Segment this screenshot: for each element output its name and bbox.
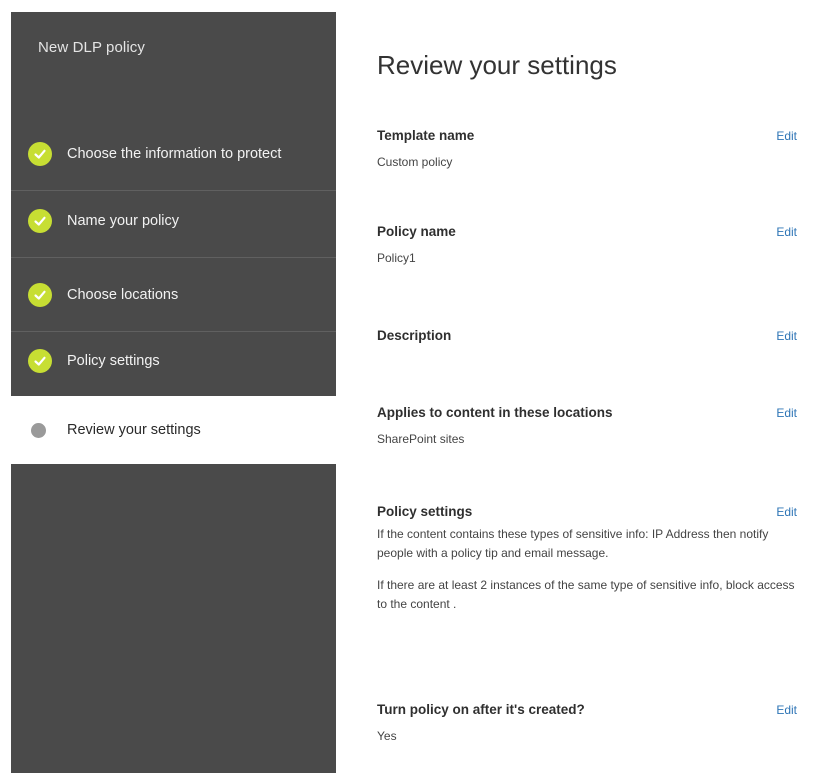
section-value: If the content contains these types of s… bbox=[377, 527, 769, 560]
page-title: Review your settings bbox=[377, 50, 617, 80]
edit-policy-name-link[interactable]: Edit bbox=[776, 225, 797, 239]
step-choose-locations[interactable]: Choose locations bbox=[11, 258, 336, 332]
section-heading: Template name bbox=[377, 128, 475, 143]
step-choose-information[interactable]: Choose the information to protect bbox=[11, 117, 336, 191]
section-policy-settings: Policy settings If the content contains … bbox=[377, 504, 797, 613]
section-value: SharePoint sites bbox=[377, 432, 465, 446]
check-icon bbox=[28, 208, 52, 233]
current-step-dot-icon bbox=[31, 422, 46, 438]
check-icon bbox=[28, 349, 52, 373]
step-label: Policy settings bbox=[67, 353, 160, 369]
wizard-panel: New DLP policy Choose the information to… bbox=[11, 12, 336, 396]
edit-policy-settings-link[interactable]: Edit bbox=[776, 505, 797, 519]
step-label: Review your settings bbox=[67, 422, 201, 438]
section-description: Description Edit bbox=[377, 328, 797, 353]
step-policy-settings[interactable]: Policy settings bbox=[11, 324, 336, 398]
section-value-secondary: If there are at least 2 instances of the… bbox=[377, 578, 795, 611]
check-icon bbox=[28, 282, 52, 307]
section-heading: Description bbox=[377, 328, 452, 343]
edit-turn-on-link[interactable]: Edit bbox=[776, 703, 797, 717]
step-label: Choose the information to protect bbox=[67, 145, 282, 162]
edit-locations-link[interactable]: Edit bbox=[776, 406, 797, 420]
step-label: Name your policy bbox=[67, 212, 180, 229]
wizard-panel-lower bbox=[11, 464, 336, 773]
edit-description-link[interactable]: Edit bbox=[776, 329, 797, 343]
section-turn-on: Turn policy on after it's created? Yes E… bbox=[377, 702, 797, 746]
section-value: Policy1 bbox=[377, 251, 416, 265]
section-heading: Applies to content in these locations bbox=[377, 405, 613, 420]
edit-template-name-link[interactable]: Edit bbox=[776, 129, 797, 143]
section-locations: Applies to content in these locations Sh… bbox=[377, 405, 797, 449]
section-value: Custom policy bbox=[377, 155, 453, 169]
check-icon bbox=[28, 141, 52, 166]
step-name-policy[interactable]: Name your policy bbox=[11, 184, 336, 258]
section-template-name: Template name Custom policy Edit bbox=[377, 128, 797, 172]
section-policy-name: Policy name Policy1 Edit bbox=[377, 224, 797, 268]
section-heading: Turn policy on after it's created? bbox=[377, 702, 585, 717]
step-review-settings[interactable]: Review your settings bbox=[11, 399, 336, 461]
section-heading: Policy name bbox=[377, 224, 456, 239]
step-label: Choose locations bbox=[67, 286, 179, 303]
wizard-title: New DLP policy bbox=[38, 39, 146, 56]
section-heading: Policy settings bbox=[377, 504, 473, 519]
section-value: Yes bbox=[377, 729, 397, 743]
